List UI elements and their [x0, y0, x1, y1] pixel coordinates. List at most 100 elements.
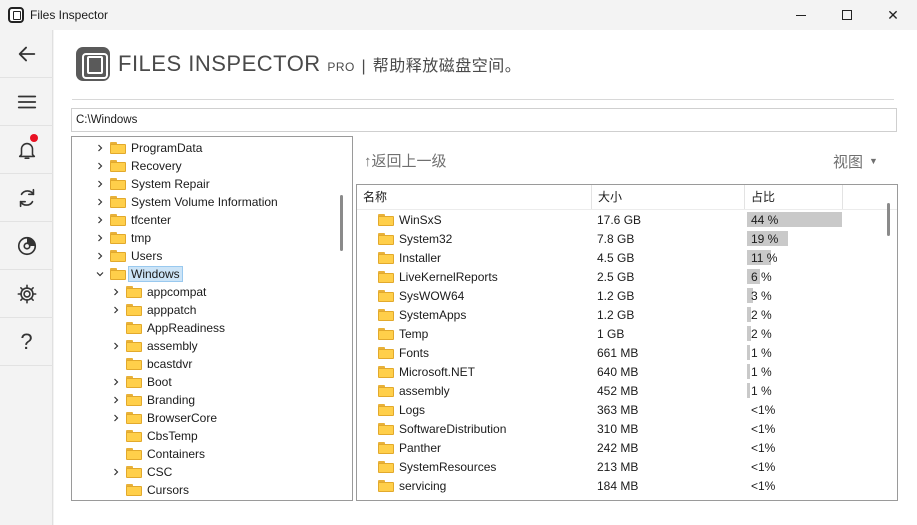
list-row[interactable]: Microsoft.NET 640 MB 1 %	[357, 362, 887, 381]
chevron-right-icon[interactable]	[110, 391, 122, 409]
tree-item[interactable]: BrowserCore	[110, 409, 217, 427]
chevron-right-icon[interactable]	[94, 157, 106, 175]
list-row[interactable]: SystemResources 213 MB <1%	[357, 457, 887, 476]
tree-item[interactable]: apppatch	[110, 301, 196, 319]
folder-icon	[110, 214, 126, 226]
tree-item[interactable]: Cursors	[110, 481, 189, 499]
refresh-button[interactable]	[0, 174, 53, 222]
tree-item[interactable]: System Volume Information	[94, 193, 278, 211]
tree-item[interactable]: Windows	[94, 265, 183, 283]
tree-item[interactable]: tmp	[94, 229, 151, 247]
disk-button[interactable]	[0, 222, 53, 270]
tree-item-label: bcastdvr	[147, 357, 193, 371]
chevron-right-icon[interactable]	[94, 175, 106, 193]
arrow-left-icon	[18, 46, 35, 61]
chevron-right-icon[interactable]	[94, 247, 106, 265]
folder-size: 4.5 GB	[597, 251, 635, 265]
list-row[interactable]: assembly 452 MB 1 %	[357, 381, 887, 400]
tree-scrollbar[interactable]	[340, 195, 343, 251]
folder-tree[interactable]: ProgramData Recovery System Repair System V…	[71, 136, 353, 501]
chevron-right-icon[interactable]	[94, 139, 106, 157]
chevron-right-icon[interactable]	[94, 211, 106, 229]
chevron-right-icon[interactable]	[110, 409, 122, 427]
list-row[interactable]: Fonts 661 MB 1 %	[357, 343, 887, 362]
folder-icon	[378, 442, 394, 454]
tree-item[interactable]: CbsTemp	[110, 427, 198, 445]
chevron-right-icon[interactable]	[110, 283, 122, 301]
chevron-right-icon[interactable]	[94, 193, 106, 211]
tree-item[interactable]: appcompat	[110, 283, 206, 301]
menu-button[interactable]	[0, 78, 53, 126]
list-row[interactable]: System32 7.8 GB 19 %	[357, 229, 887, 248]
column-header-share[interactable]: 占比	[745, 185, 843, 209]
folder-icon	[110, 178, 126, 190]
tree-item[interactable]: AppReadiness	[110, 319, 225, 337]
view-dropdown[interactable]: 视图 ▼	[833, 151, 878, 172]
tree-item[interactable]: Containers	[110, 445, 205, 463]
tree-item-label: System Volume Information	[131, 195, 278, 209]
header-divider	[72, 99, 894, 100]
folder-icon	[378, 214, 394, 226]
folder-icon	[126, 304, 142, 316]
chevron-right-icon[interactable]	[110, 373, 122, 391]
folder-name: Temp	[399, 327, 429, 341]
list-row[interactable]: SoftwareDistribution 310 MB <1%	[357, 419, 887, 438]
folder-icon	[126, 448, 142, 460]
list-row[interactable]: Logs 363 MB <1%	[357, 400, 887, 419]
folder-icon	[126, 394, 142, 406]
folder-size: 242 MB	[597, 441, 639, 455]
back-button[interactable]	[0, 30, 53, 78]
tree-item[interactable]: Recovery	[94, 157, 182, 175]
chevron-down-icon: ▼	[869, 156, 878, 166]
chevron-down-icon[interactable]	[94, 265, 106, 283]
list-row[interactable]: LiveKernelReports 2.5 GB 6 %	[357, 267, 887, 286]
share-percent: <1%	[751, 441, 776, 455]
folder-icon	[110, 196, 126, 208]
folder-list[interactable]: 名称 大小 占比 WinSxS 17.6 GB 44 % System32 7.8 GB…	[356, 184, 898, 501]
list-row[interactable]: Panther 242 MB <1%	[357, 438, 887, 457]
folder-name: Fonts	[399, 346, 430, 360]
list-row[interactable]: SystemApps 1.2 GB 2 %	[357, 305, 887, 324]
folder-name: servicing	[399, 479, 447, 493]
list-row[interactable]: WinSxS 17.6 GB 44 %	[357, 210, 887, 229]
notifications-button[interactable]	[0, 126, 53, 174]
share-percent: <1%	[751, 403, 776, 417]
chevron-right-icon[interactable]	[110, 463, 122, 481]
tree-item[interactable]: Boot	[110, 373, 172, 391]
column-header-name[interactable]: 名称	[357, 185, 592, 209]
folder-icon	[110, 250, 126, 262]
chevron-right-icon[interactable]	[94, 229, 106, 247]
share-percent: <1%	[751, 479, 776, 493]
tree-item[interactable]: Users	[94, 247, 162, 265]
folder-icon	[378, 423, 394, 435]
tree-item[interactable]: assembly	[110, 337, 198, 355]
close-button[interactable]: ✕	[870, 0, 916, 30]
list-row[interactable]: Installer 4.5 GB 11 %	[357, 248, 887, 267]
folder-size: 310 MB	[597, 422, 639, 436]
list-scrollbar[interactable]	[887, 203, 890, 236]
tree-item[interactable]: bcastdvr	[110, 355, 192, 373]
list-row[interactable]: Temp 1 GB 2 %	[357, 324, 887, 343]
help-button[interactable]: ?	[0, 318, 53, 366]
tree-item[interactable]: tfcenter	[94, 211, 171, 229]
tree-item-label: CSC	[147, 465, 173, 479]
list-row[interactable]: SysWOW64 1.2 GB 3 %	[357, 286, 887, 305]
folder-icon	[378, 461, 394, 473]
settings-button[interactable]	[0, 270, 53, 318]
path-field[interactable]: C:\Windows	[71, 108, 897, 132]
folder-icon	[126, 286, 142, 298]
tree-item[interactable]: Branding	[110, 391, 195, 409]
maximize-button[interactable]	[824, 0, 870, 30]
brand-logo-icon	[76, 47, 110, 81]
list-row[interactable]: servicing 184 MB <1%	[357, 476, 887, 495]
tree-item[interactable]: ProgramData	[94, 139, 202, 157]
folder-size: 7.8 GB	[597, 232, 635, 246]
chevron-right-icon[interactable]	[110, 337, 122, 355]
minimize-button[interactable]	[778, 0, 824, 30]
tree-item[interactable]: System Repair	[94, 175, 210, 193]
chevron-right-icon[interactable]	[110, 301, 122, 319]
tree-item[interactable]: CSC	[110, 463, 172, 481]
go-up-button[interactable]: ↑返回上一级	[364, 150, 447, 171]
column-header-size[interactable]: 大小	[592, 185, 745, 209]
